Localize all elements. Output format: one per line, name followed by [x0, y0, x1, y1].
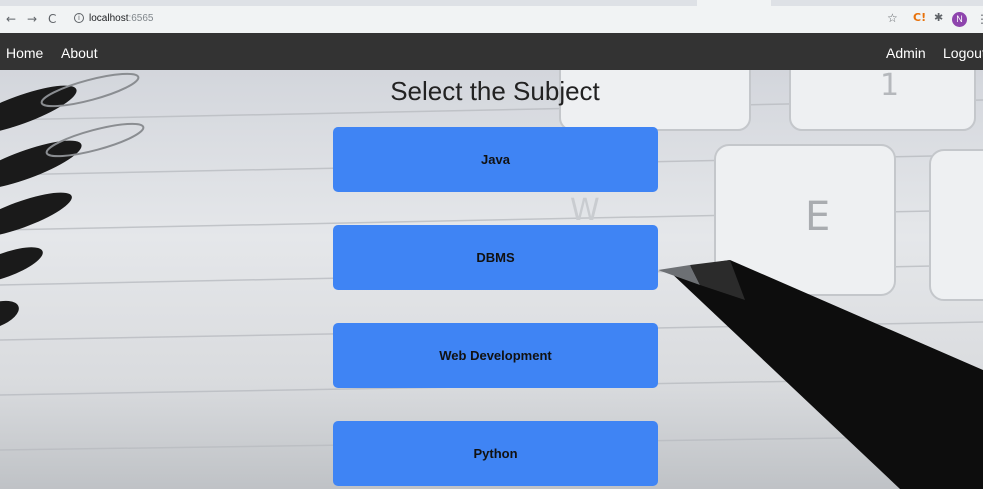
reload-icon[interactable]: C	[48, 12, 56, 26]
address-bar[interactable]	[62, 10, 874, 30]
nav-admin-link[interactable]: Admin	[886, 44, 926, 62]
nav-home-link[interactable]: Home	[6, 44, 43, 62]
menu-icon[interactable]: ⋮	[976, 12, 983, 26]
subject-button-web-development[interactable]: Web Development	[333, 323, 658, 388]
page-title: Select the Subject	[390, 76, 600, 106]
back-icon[interactable]: ←	[6, 12, 16, 26]
nav-about-link[interactable]: About	[61, 44, 98, 62]
svg-text:E: E	[805, 194, 830, 240]
extension-c-icon[interactable]: C!	[913, 11, 926, 25]
subject-button-python[interactable]: Python	[333, 421, 658, 486]
url-port: :6565	[128, 13, 154, 24]
active-tab[interactable]	[697, 0, 771, 6]
url-text[interactable]: localhost:6565	[89, 12, 154, 26]
svg-text:W: W	[570, 193, 600, 228]
profile-avatar[interactable]: N	[952, 12, 967, 27]
url-host: localhost	[89, 13, 129, 24]
star-icon[interactable]: ☆	[887, 11, 898, 25]
subject-button-label: Web Development	[439, 348, 552, 363]
subject-button-dbms[interactable]: DBMS	[333, 225, 658, 290]
forward-icon[interactable]: →	[27, 12, 37, 26]
tab-strip	[0, 0, 983, 6]
subject-button-label: Python	[473, 446, 518, 461]
puzzle-icon[interactable]: ✱	[934, 11, 943, 25]
site-info-icon[interactable]: i	[74, 13, 84, 23]
nav-logout-link[interactable]: Logout	[943, 44, 983, 62]
site-navbar	[0, 33, 983, 70]
subject-button-label: Java	[481, 152, 510, 167]
subject-button-label: DBMS	[476, 250, 515, 265]
subject-button-java[interactable]: Java	[333, 127, 658, 192]
